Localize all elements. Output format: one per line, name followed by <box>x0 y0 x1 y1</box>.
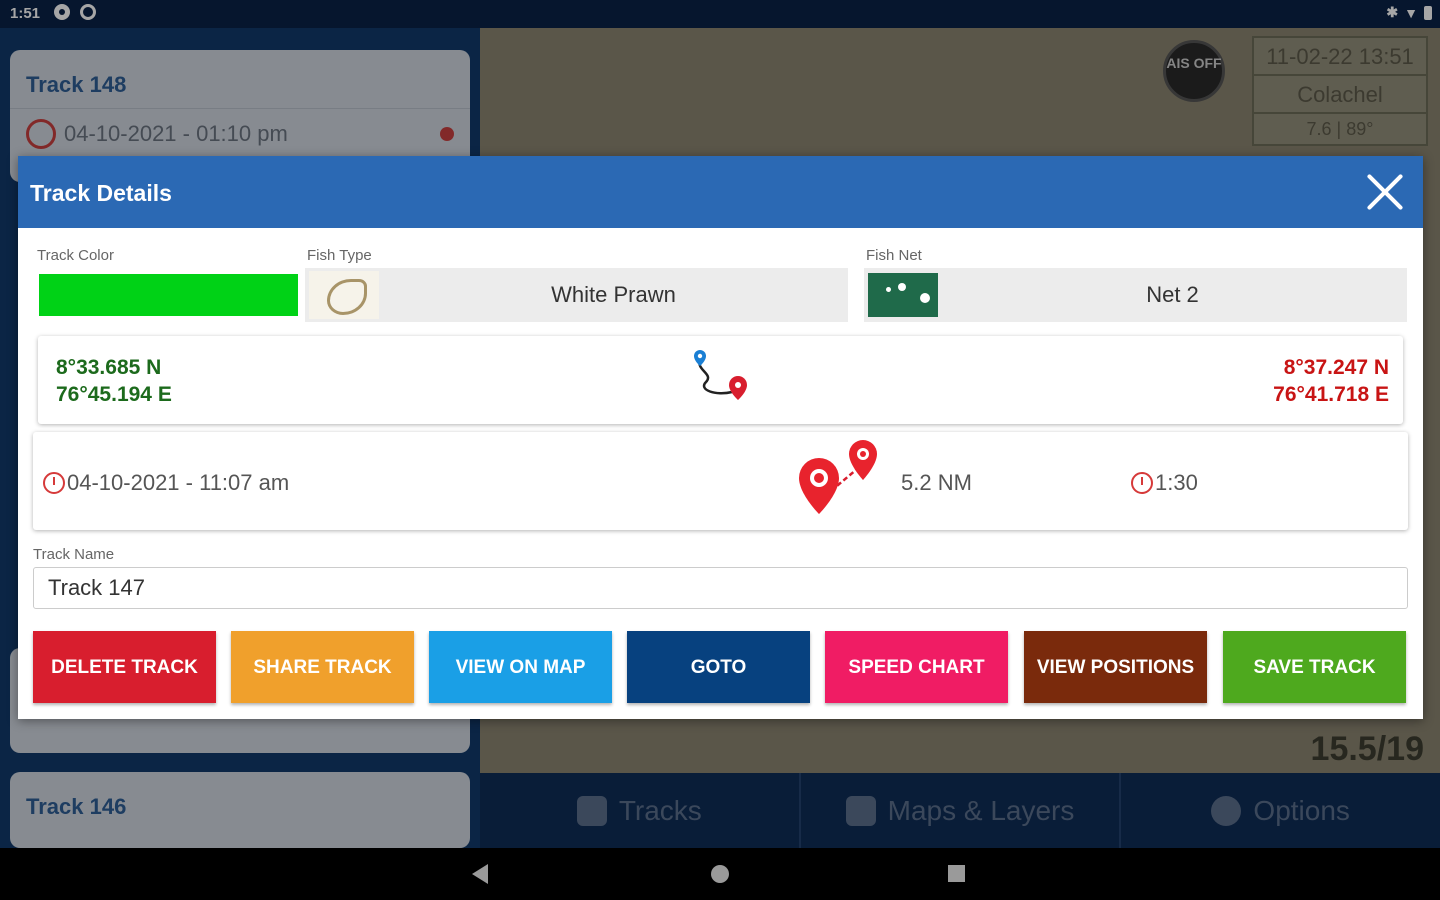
fish-net-label: Fish Net <box>866 247 922 264</box>
track-name-input[interactable] <box>33 567 1408 609</box>
view-on-map-button[interactable]: View on Map <box>429 631 612 703</box>
fish-type-value: White Prawn <box>551 282 676 307</box>
save-track-button[interactable]: Save Track <box>1223 631 1406 703</box>
track-color-label: Track Color <box>37 247 114 264</box>
track-details-dialog: Track Details Track Color Fish Type Whit… <box>18 156 1423 719</box>
start-datetime: 04-10-2021 - 11:07 am <box>43 470 289 496</box>
route-icon <box>694 350 747 400</box>
fish-type-label: Fish Type <box>307 247 372 264</box>
distance-value: 5.2 NM <box>901 470 972 495</box>
fish-type-select[interactable]: White Prawn <box>305 268 848 322</box>
recents-icon[interactable] <box>948 865 965 882</box>
end-lon: 76°41.718 E <box>1273 383 1389 406</box>
fish-net-select[interactable]: Net 2 <box>864 268 1407 322</box>
coordinates-card: 8°33.685 N 76°45.194 E 8°37.247 N 76°41.… <box>38 336 1403 424</box>
home-icon[interactable] <box>711 865 729 883</box>
distance-icon <box>799 440 877 514</box>
start-lon: 76°45.194 E <box>56 383 172 406</box>
clock-icon <box>43 472 65 494</box>
share-track-button[interactable]: Share Track <box>231 631 414 703</box>
track-color-swatch[interactable] <box>39 274 298 316</box>
fish-net-value: Net 2 <box>1146 282 1199 307</box>
track-name-label: Track Name <box>33 546 115 563</box>
dialog-title: Track Details <box>30 180 172 206</box>
duration: 1:30 <box>1131 470 1198 496</box>
system-nav-bar <box>0 848 1440 900</box>
prawn-icon <box>309 271 379 319</box>
track-info-card: 04-10-2021 - 11:07 am 5.2 NM 1:30 <box>33 432 1408 530</box>
end-lat: 8°37.247 N <box>1283 356 1389 379</box>
fish-net-icon <box>868 273 938 317</box>
speed-chart-button[interactable]: Speed Chart <box>825 631 1008 703</box>
action-buttons: Delete Track Share Track View on Map Got… <box>33 631 1408 703</box>
start-datetime-value: 04-10-2021 - 11:07 am <box>67 470 290 495</box>
close-icon[interactable] <box>1363 170 1407 214</box>
view-positions-button[interactable]: View Positions <box>1024 631 1207 703</box>
back-icon[interactable] <box>472 864 488 884</box>
dialog-header: Track Details <box>18 156 1423 228</box>
end-coordinates: 8°37.247 N 76°41.718 E <box>1273 354 1389 408</box>
start-lat: 8°33.685 N <box>56 356 162 379</box>
start-coordinates: 8°33.685 N 76°45.194 E <box>56 354 172 408</box>
delete-track-button[interactable]: Delete Track <box>33 631 216 703</box>
stopwatch-icon <box>1131 472 1153 494</box>
duration-value: 1:30 <box>1155 470 1198 495</box>
goto-button[interactable]: Goto <box>627 631 810 703</box>
